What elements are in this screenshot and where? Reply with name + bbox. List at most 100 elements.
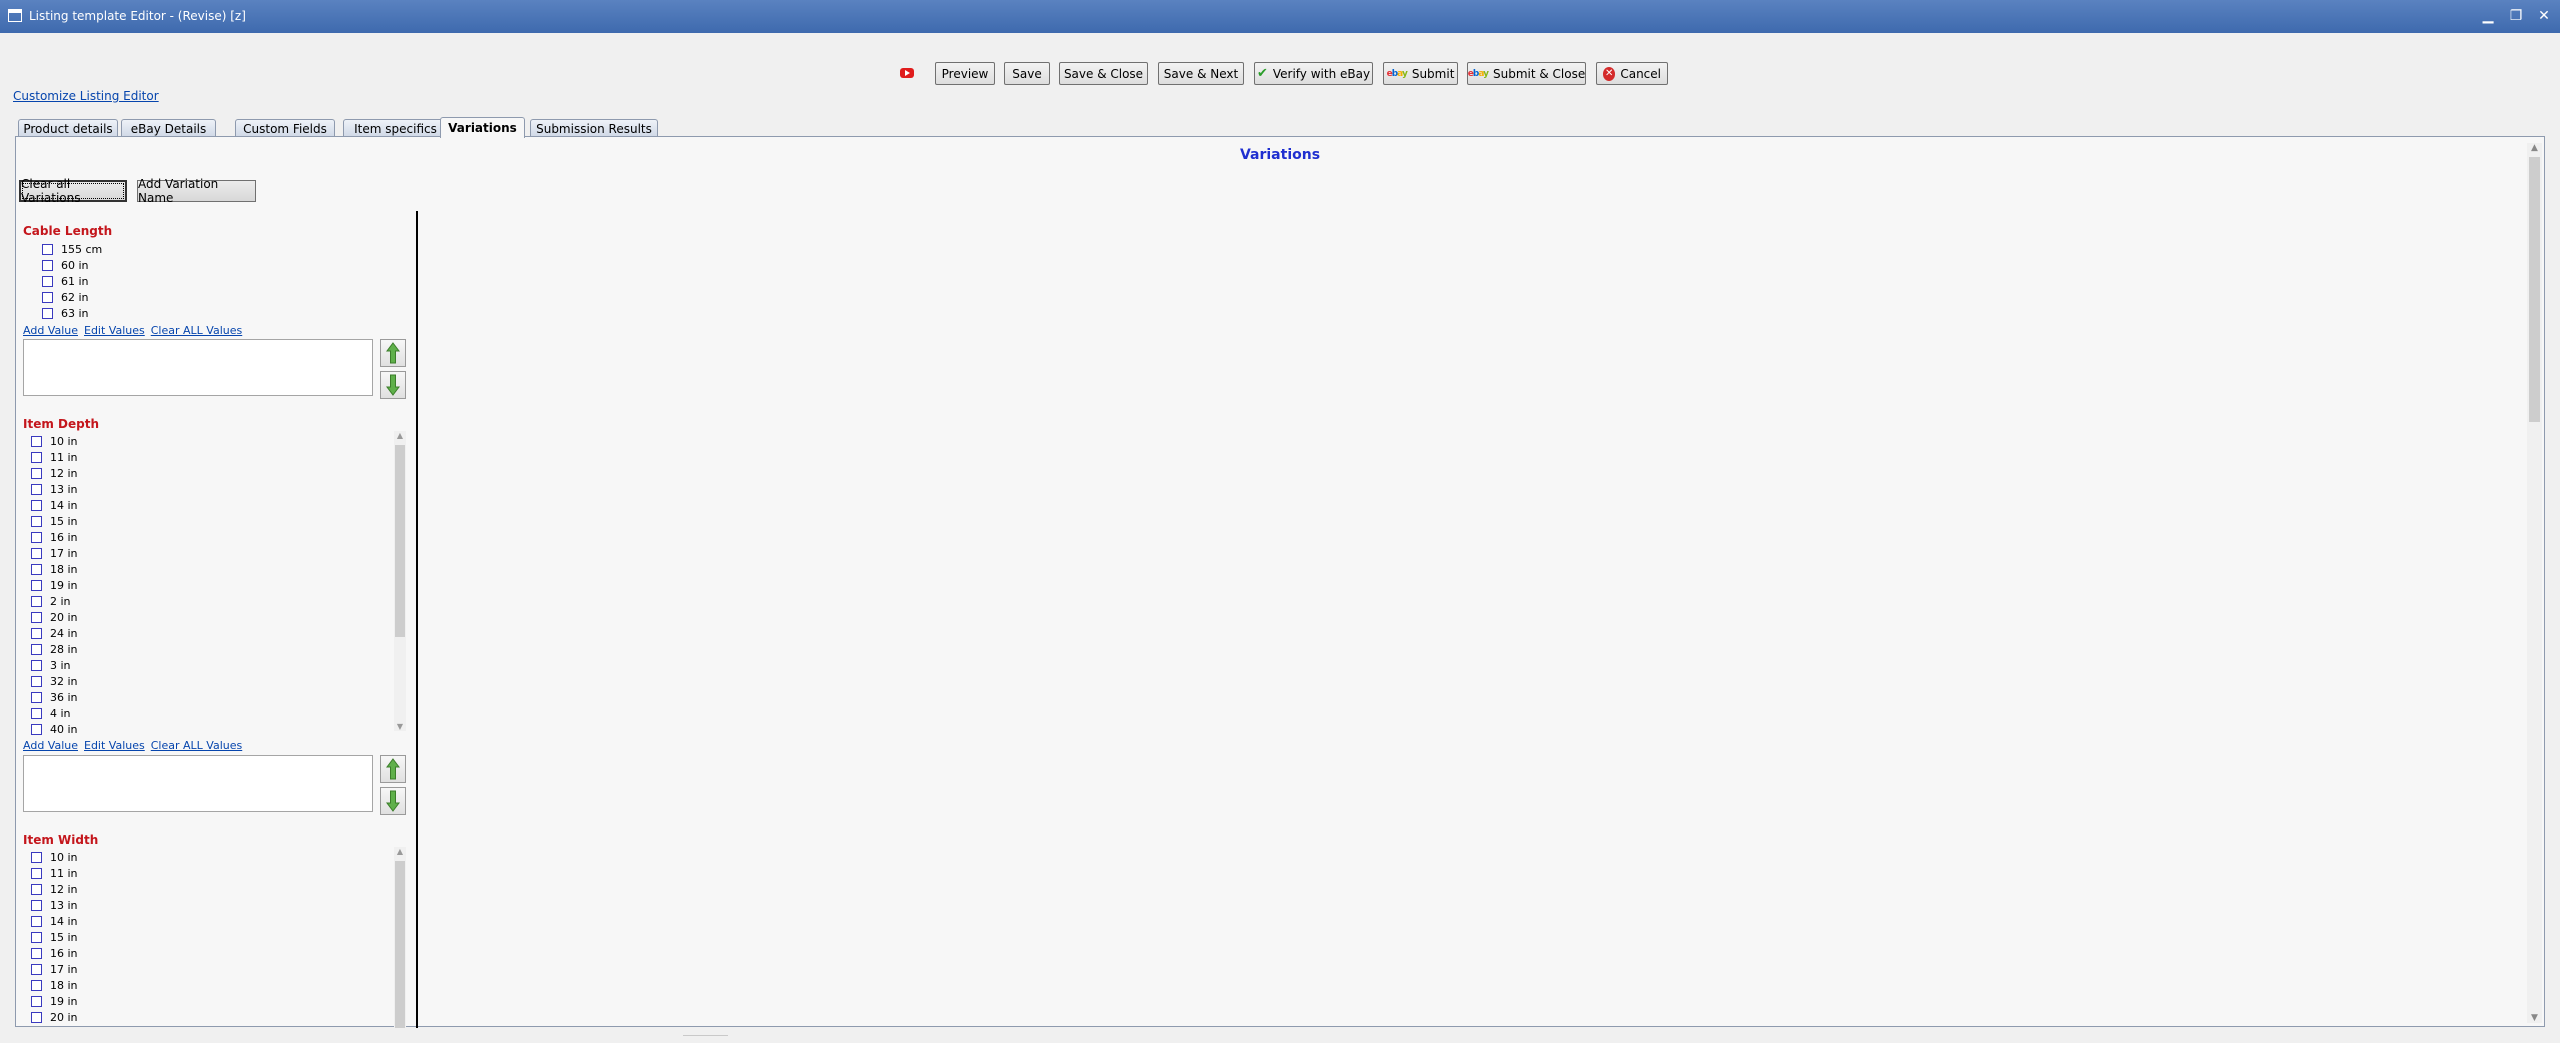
value-list-scrollbar[interactable]: ▲ xyxy=(394,847,406,1028)
scroll-up-icon[interactable]: ▲ xyxy=(394,847,406,856)
edit-values-link[interactable]: Edit Values xyxy=(84,324,145,337)
value-row[interactable]: 3 in xyxy=(31,657,251,673)
value-row[interactable]: 20 in xyxy=(31,609,251,625)
move-down-button[interactable] xyxy=(380,371,406,399)
tab-variations[interactable]: Variations xyxy=(440,117,525,138)
move-down-button[interactable] xyxy=(380,787,406,815)
submit-close-button[interactable]: ebay Submit & Close xyxy=(1467,62,1586,85)
tab-item-specifics[interactable]: Item specifics xyxy=(343,119,448,137)
verify-with-ebay-button[interactable]: ✔ Verify with eBay xyxy=(1254,62,1373,85)
value-checkbox[interactable] xyxy=(31,659,42,671)
add-value-link[interactable]: Add Value xyxy=(23,324,78,337)
value-row[interactable]: 15 in xyxy=(31,513,251,529)
value-row[interactable]: 11 in xyxy=(31,449,251,465)
value-checkbox[interactable] xyxy=(31,1011,42,1023)
value-row[interactable]: 28 in xyxy=(31,641,251,657)
value-row[interactable]: 20 in xyxy=(31,1009,251,1025)
tab-custom-fields[interactable]: Custom Fields xyxy=(235,119,335,137)
value-row[interactable]: 63 in xyxy=(42,305,262,321)
tab-ebay-details[interactable]: eBay Details xyxy=(121,119,216,137)
value-checkbox[interactable] xyxy=(31,563,42,575)
value-checkbox[interactable] xyxy=(31,723,42,735)
scrollbar-thumb[interactable] xyxy=(2529,157,2540,422)
value-checkbox[interactable] xyxy=(31,595,42,607)
value-checkbox[interactable] xyxy=(31,899,42,911)
scrollbar-thumb[interactable] xyxy=(395,861,405,1028)
value-row[interactable]: 4 in xyxy=(31,705,251,721)
scroll-down-icon[interactable]: ▼ xyxy=(2527,1013,2542,1023)
tab-product-details[interactable]: Product details xyxy=(18,119,118,137)
value-row[interactable]: 13 in xyxy=(31,897,251,913)
value-row[interactable]: 10 in xyxy=(31,433,251,449)
value-row[interactable]: 60 in xyxy=(42,257,262,273)
value-checkbox[interactable] xyxy=(31,883,42,895)
value-checkbox[interactable] xyxy=(31,675,42,687)
value-checkbox[interactable] xyxy=(31,947,42,959)
value-row[interactable]: 14 in xyxy=(31,913,251,929)
value-row[interactable]: 32 in xyxy=(31,673,251,689)
splitter[interactable] xyxy=(416,211,418,1028)
preview-button[interactable]: Preview xyxy=(935,62,995,85)
scroll-down-icon[interactable]: ▼ xyxy=(394,722,406,731)
value-checkbox[interactable] xyxy=(42,307,53,319)
panel-scrollbar[interactable]: ▲ ▼ xyxy=(2527,143,2542,1023)
value-checkbox[interactable] xyxy=(31,995,42,1007)
value-row[interactable]: 11 in xyxy=(31,865,251,881)
submit-button[interactable]: ebay Submit xyxy=(1383,62,1458,85)
value-row[interactable]: 12 in xyxy=(31,465,251,481)
value-checkbox[interactable] xyxy=(31,483,42,495)
value-row[interactable]: 10 in xyxy=(31,849,251,865)
value-row[interactable]: 2 in xyxy=(31,593,251,609)
value-row[interactable]: 40 in xyxy=(31,721,251,737)
value-checkbox[interactable] xyxy=(31,643,42,655)
value-checkbox[interactable] xyxy=(31,627,42,639)
restore-button[interactable]: ❐ xyxy=(2505,5,2527,27)
clear-all-variations-button[interactable]: Clear all Variations xyxy=(19,177,127,205)
value-checkbox[interactable] xyxy=(31,915,42,927)
add-value-link[interactable]: Add Value xyxy=(23,739,78,752)
value-checkbox[interactable] xyxy=(31,467,42,479)
move-up-button[interactable] xyxy=(380,339,406,367)
value-row[interactable]: 17 in xyxy=(31,545,251,561)
value-input[interactable] xyxy=(23,755,373,812)
value-row[interactable]: 12 in xyxy=(31,881,251,897)
close-window-button[interactable]: ✕ xyxy=(2533,5,2555,27)
value-input[interactable] xyxy=(23,339,373,396)
value-checkbox[interactable] xyxy=(31,547,42,559)
value-checkbox[interactable] xyxy=(31,931,42,943)
cancel-button[interactable]: ✕ Cancel xyxy=(1596,62,1668,85)
value-checkbox[interactable] xyxy=(31,707,42,719)
save-next-button[interactable]: Save & Next xyxy=(1158,62,1244,85)
value-checkbox[interactable] xyxy=(31,963,42,975)
minimize-button[interactable]: ▁ xyxy=(2477,5,2499,27)
value-checkbox[interactable] xyxy=(31,531,42,543)
scroll-up-icon[interactable]: ▲ xyxy=(394,431,406,440)
value-row[interactable]: 24 in xyxy=(31,625,251,641)
value-checkbox[interactable] xyxy=(31,515,42,527)
value-checkbox[interactable] xyxy=(31,867,42,879)
clear-all-values-link[interactable]: Clear ALL Values xyxy=(151,739,242,752)
move-up-button[interactable] xyxy=(380,755,406,783)
value-checkbox[interactable] xyxy=(42,243,53,255)
value-checkbox[interactable] xyxy=(31,691,42,703)
value-checkbox[interactable] xyxy=(31,499,42,511)
value-row[interactable]: 17 in xyxy=(31,961,251,977)
value-row[interactable]: 16 in xyxy=(31,529,251,545)
value-checkbox[interactable] xyxy=(31,979,42,991)
scroll-up-icon[interactable]: ▲ xyxy=(2527,143,2542,153)
add-variation-name-button[interactable]: Add Variation Name xyxy=(137,177,256,205)
tab-submission-results[interactable]: Submission Results xyxy=(530,119,658,137)
value-row[interactable]: 14 in xyxy=(31,497,251,513)
value-checkbox[interactable] xyxy=(42,291,53,303)
save-close-button[interactable]: Save & Close xyxy=(1059,62,1148,85)
value-checkbox[interactable] xyxy=(42,275,53,287)
value-row[interactable]: 19 in xyxy=(31,577,251,593)
value-row[interactable]: 62 in xyxy=(42,289,262,305)
value-row[interactable]: 13 in xyxy=(31,481,251,497)
clear-all-values-link[interactable]: Clear ALL Values xyxy=(151,324,242,337)
value-row[interactable]: 15 in xyxy=(31,929,251,945)
value-row[interactable]: 18 in xyxy=(31,977,251,993)
value-checkbox[interactable] xyxy=(42,259,53,271)
value-row[interactable]: 36 in xyxy=(31,689,251,705)
value-checkbox[interactable] xyxy=(31,451,42,463)
